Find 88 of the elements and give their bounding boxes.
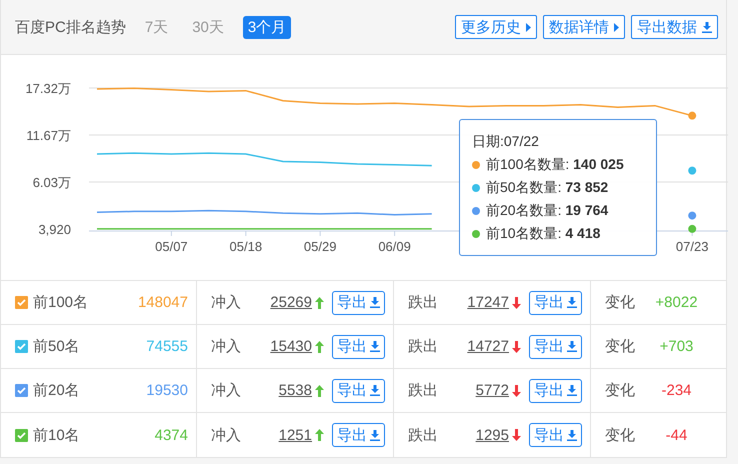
in-count-link[interactable]: 15430 <box>270 338 312 355</box>
caret-icon <box>526 22 531 32</box>
download-icon <box>567 430 577 440</box>
download-icon <box>567 341 577 352</box>
rank-count: 74555 <box>146 338 188 355</box>
export-button[interactable]: 导出 <box>529 423 582 447</box>
up-arrow-icon <box>315 429 324 441</box>
out-count-link[interactable]: 1295 <box>476 426 509 444</box>
download-icon <box>370 385 380 396</box>
rank-count: 148047 <box>138 294 188 311</box>
x-axis-label: 05/29 <box>304 239 336 254</box>
down-arrow-icon <box>512 340 521 352</box>
up-arrow-icon <box>315 340 324 352</box>
y-axis-label: 6.03万 <box>32 175 71 190</box>
change-value: +703 <box>660 338 694 355</box>
change-value: -234 <box>661 382 692 399</box>
export-button[interactable]: 导出 <box>529 334 582 358</box>
checkbox[interactable] <box>15 384 28 397</box>
change-value: -44 <box>666 426 688 444</box>
link-button[interactable]: 数据详情 <box>543 15 625 39</box>
tooltip-value: 前50名数量: 73 852 <box>486 178 608 197</box>
y-axis-label: 17.32万 <box>25 81 71 96</box>
export-button[interactable]: 导出 <box>332 378 385 402</box>
tooltip-value: 前10名数量: 4 418 <box>486 224 600 243</box>
download-icon <box>370 297 380 308</box>
checkbox[interactable] <box>15 428 28 442</box>
export-button[interactable]: 导出 <box>332 290 385 314</box>
rank-label: 前50名 <box>33 337 80 356</box>
up-arrow-icon <box>315 296 324 308</box>
range-tab[interactable]: 3个月 <box>242 16 292 38</box>
download-icon <box>370 430 380 440</box>
down-arrow-icon <box>512 296 521 308</box>
change-value: +8022 <box>655 294 698 311</box>
download-icon <box>567 385 577 396</box>
up-arrow-icon <box>315 384 324 396</box>
out-label: 跌出 <box>408 337 438 356</box>
link-button[interactable]: 更多历史 <box>455 15 537 39</box>
x-axis-label: 07/23 <box>676 239 708 254</box>
export-button[interactable]: 导出 <box>529 378 582 402</box>
rank-count: 19530 <box>146 382 188 399</box>
checkbox[interactable] <box>15 340 28 353</box>
in-count-link[interactable]: 1251 <box>278 426 312 444</box>
download-icon <box>567 297 577 308</box>
data-point <box>688 224 696 233</box>
y-axis-label: 11.67万 <box>26 128 71 144</box>
range-tab[interactable]: 30天 <box>187 16 229 38</box>
tooltip-value: 前100名数量: 140 025 <box>486 155 624 174</box>
rank-label: 前100名 <box>33 293 88 312</box>
download-icon <box>702 22 712 32</box>
in-label: 冲入 <box>211 381 241 400</box>
out-count-link[interactable]: 14727 <box>467 338 509 355</box>
export-button[interactable]: 导出 <box>529 290 582 314</box>
change-label: 变化 <box>605 337 635 356</box>
export-button[interactable]: 导出 <box>332 423 385 447</box>
caret-icon <box>614 22 619 32</box>
in-label: 冲入 <box>211 426 241 444</box>
out-count-link[interactable]: 5772 <box>476 382 509 399</box>
change-label: 变化 <box>605 426 635 444</box>
x-axis-label: 05/18 <box>230 239 262 254</box>
rank-label: 前20名 <box>33 381 80 400</box>
down-arrow-icon <box>512 384 521 396</box>
y-axis-label: 3,920 <box>38 222 71 237</box>
change-label: 变化 <box>605 293 635 312</box>
panel-title: 百度PC排名趋势 <box>15 18 126 36</box>
data-point <box>688 212 696 220</box>
out-label: 跌出 <box>408 381 438 400</box>
out-label: 跌出 <box>408 293 438 312</box>
export-button[interactable]: 导出 <box>332 334 385 358</box>
range-tab[interactable]: 7天 <box>140 16 174 38</box>
tooltip-value: 前20名数量: 19 764 <box>486 201 608 220</box>
data-point <box>688 166 696 175</box>
x-axis-label: 06/09 <box>378 239 411 254</box>
download-icon <box>370 341 380 352</box>
rank-label: 前10名 <box>33 426 80 444</box>
out-label: 跌出 <box>408 426 438 444</box>
data-point <box>688 112 696 120</box>
checkbox[interactable] <box>15 296 28 309</box>
in-label: 冲入 <box>211 293 241 312</box>
in-label: 冲入 <box>211 337 241 356</box>
export-button[interactable]: 导出数据 <box>631 15 718 39</box>
down-arrow-icon <box>512 429 521 441</box>
in-count-link[interactable]: 5538 <box>278 382 312 399</box>
rank-count: 4374 <box>154 426 188 444</box>
tooltip-date: 日期:07/22 <box>472 132 540 151</box>
change-label: 变化 <box>605 381 635 400</box>
out-count-link[interactable]: 17247 <box>467 294 509 311</box>
x-axis-label: 05/07 <box>155 239 188 254</box>
in-count-link[interactable]: 25269 <box>270 294 312 311</box>
